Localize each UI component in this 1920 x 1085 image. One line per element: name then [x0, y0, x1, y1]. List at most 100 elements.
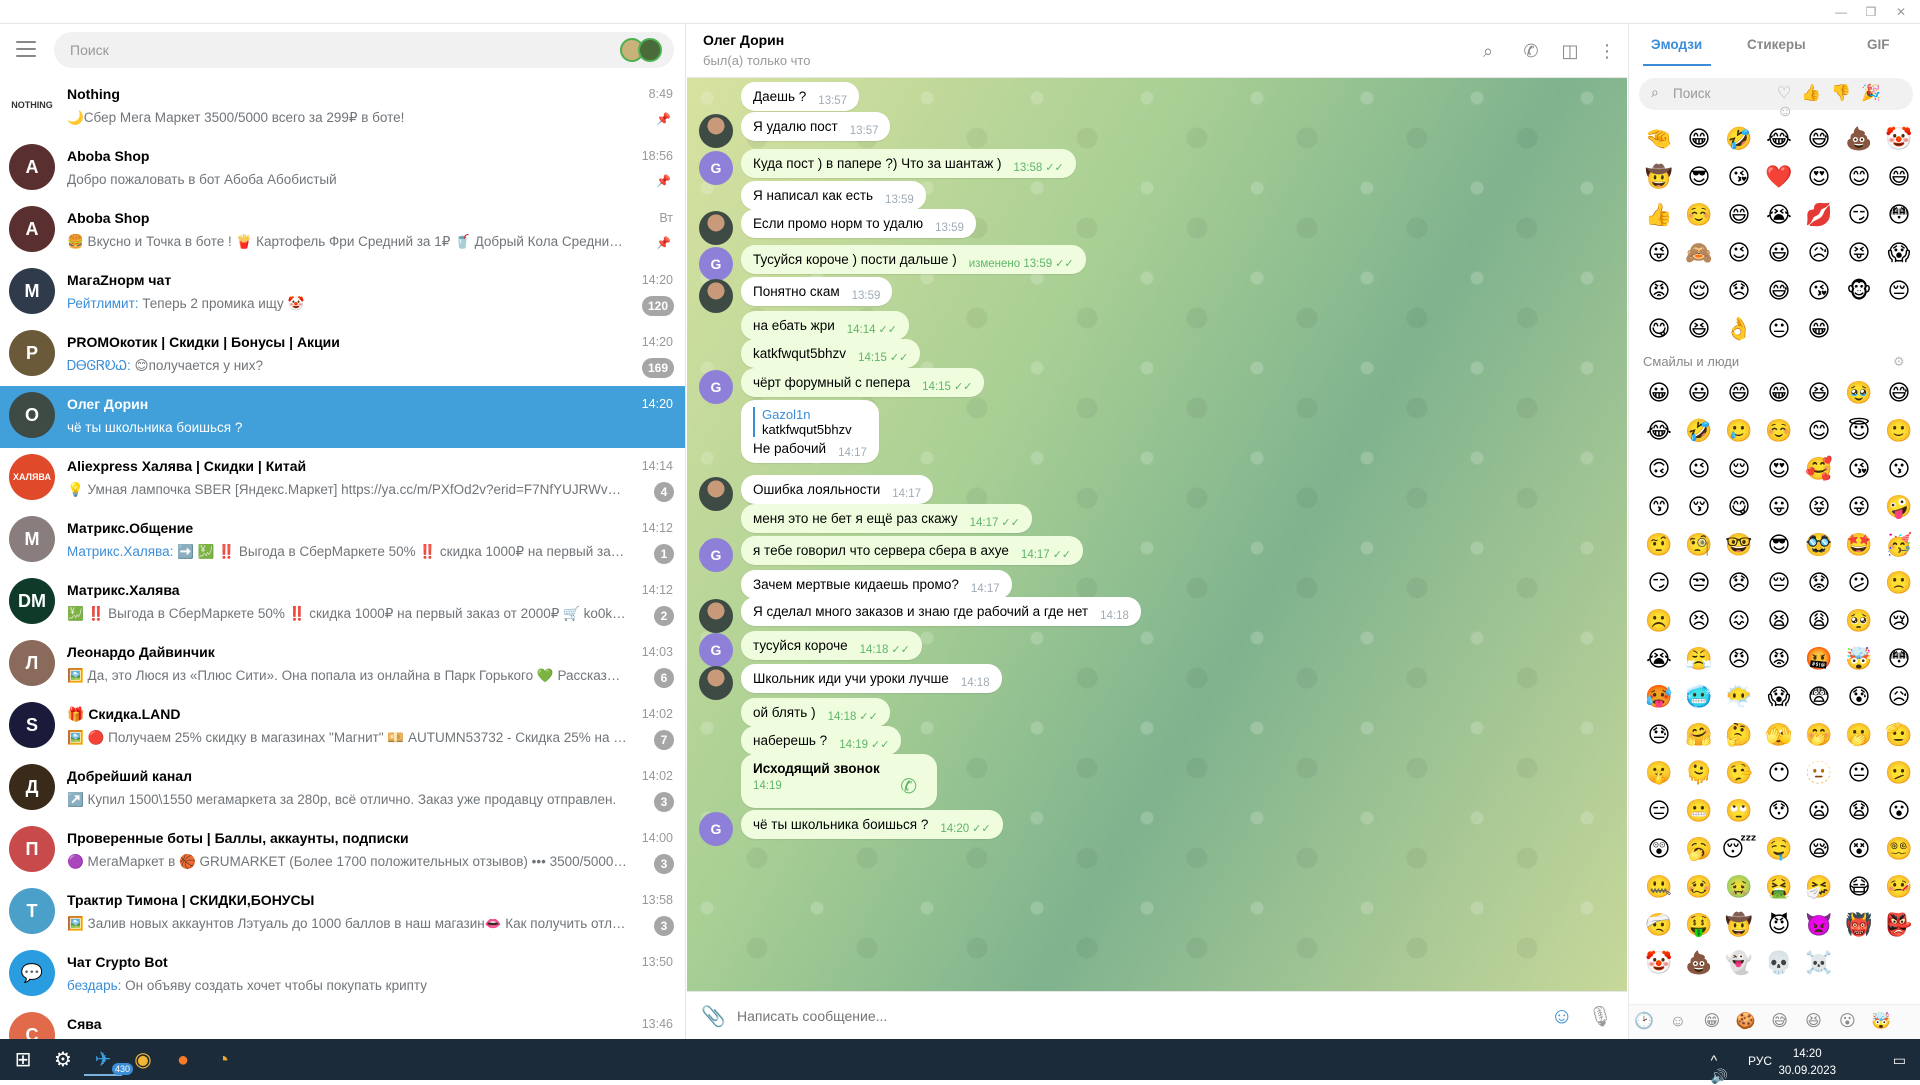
- emoji-cell[interactable]: 🤐: [1639, 868, 1679, 906]
- emoji-cell[interactable]: 🥰: [1799, 450, 1839, 488]
- chat-list-item[interactable]: PPROMOкотик | Скидки | Бонусы | Акции👥ᎠᎾ…: [0, 324, 685, 386]
- emoji-cell[interactable]: 😪: [1799, 830, 1839, 868]
- message-bubble[interactable]: Если промо норм то удалю 13:59: [741, 209, 976, 238]
- emoji-cell[interactable]: 🤠: [1639, 158, 1679, 196]
- emoji-cell[interactable]: 😐: [1759, 310, 1799, 348]
- emoji-cell[interactable]: 😝: [1839, 234, 1879, 272]
- category-icon-2[interactable]: 🍪: [1731, 1005, 1761, 1039]
- sender-avatar[interactable]: [699, 599, 733, 633]
- category-icon-1[interactable]: 😁: [1697, 1005, 1727, 1039]
- emoji-cell[interactable]: 🤗: [1679, 716, 1719, 754]
- emoji-cell[interactable]: 😳: [1879, 196, 1919, 234]
- emoji-cell[interactable]: 😌: [1679, 272, 1719, 310]
- settings-sliders-icon[interactable]: ⚙: [1893, 354, 1905, 370]
- emoji-cell[interactable]: 🤒: [1879, 868, 1919, 906]
- emoji-cell[interactable]: 👍: [1639, 196, 1679, 234]
- emoji-cell[interactable]: 😑: [1639, 792, 1679, 830]
- emoji-cell[interactable]: 🤑: [1679, 906, 1719, 944]
- emoji-cell[interactable]: 🤬: [1799, 640, 1839, 678]
- emoji-cell[interactable]: 🤣: [1719, 120, 1759, 158]
- emoji-cell[interactable]: 😍: [1799, 158, 1839, 196]
- chat-list-item[interactable]: NOTHINGNothing📢🌙Сбер Мега Маркет 3500/50…: [0, 76, 685, 138]
- emoji-cell[interactable]: 🥴: [1679, 868, 1719, 906]
- emoji-cell[interactable]: 😵: [1839, 830, 1879, 868]
- emoji-cell[interactable]: ❤️: [1759, 158, 1799, 196]
- pinned-app-icon[interactable]: ⚙: [44, 1044, 82, 1076]
- chat-list-item[interactable]: С Сява 13:46: [0, 1006, 685, 1039]
- emoji-cell[interactable]: 😃: [1679, 374, 1719, 412]
- tab-gif[interactable]: GIF: [1867, 37, 1890, 52]
- sender-avatar[interactable]: [699, 114, 733, 148]
- emoji-cell[interactable]: 😤: [1679, 640, 1719, 678]
- emoji-cell[interactable]: 😘: [1799, 272, 1839, 310]
- emoji-cell[interactable]: 🥱: [1679, 830, 1719, 868]
- minimize-icon[interactable]: —: [1826, 2, 1856, 22]
- message-bubble[interactable]: наберешь ? 14:19 ✓✓: [741, 726, 902, 755]
- emoji-cell[interactable]: 👺: [1879, 906, 1919, 944]
- message-bubble[interactable]: Школьник иди учи уроки лучше 14:18: [741, 664, 1002, 693]
- emoji-cell[interactable]: 😒: [1679, 564, 1719, 602]
- microphone-icon[interactable]: 🎙: [1588, 1004, 1613, 1029]
- emoji-cell[interactable]: 😀: [1639, 374, 1679, 412]
- emoji-cell[interactable]: 😷: [1839, 868, 1879, 906]
- emoji-cell[interactable]: 😝: [1799, 488, 1839, 526]
- emoji-cell[interactable]: 🤕: [1639, 906, 1679, 944]
- emoji-cell[interactable]: 👹: [1839, 906, 1879, 944]
- emoji-cell[interactable]: 😂: [1759, 120, 1799, 158]
- call-message[interactable]: Исходящий звонок 14:19 ✆: [741, 754, 937, 808]
- message-bubble[interactable]: на ебать жри 14:14 ✓✓: [741, 311, 909, 340]
- emoji-cell[interactable]: 🫥: [1799, 754, 1839, 792]
- emoji-cell[interactable]: 😱: [1759, 678, 1799, 716]
- emoji-cell[interactable]: 😁: [1759, 374, 1799, 412]
- message-bubble[interactable]: Ошибка лояльности 14:17: [741, 475, 934, 504]
- message-bubble[interactable]: Зачем мертвые кидаешь промо? 14:17: [741, 570, 1012, 599]
- attach-icon[interactable]: 📎: [701, 1004, 726, 1029]
- stories-avatars[interactable]: [620, 38, 664, 62]
- emoji-cell[interactable]: 😦: [1799, 792, 1839, 830]
- emoji-search-input[interactable]: ⌕ Поиск ♡👍👎🎉☺: [1639, 78, 1913, 120]
- more-options-icon[interactable]: ⋮: [1596, 40, 1618, 62]
- emoji-cell[interactable]: 😠: [1719, 640, 1759, 678]
- chat-list-item[interactable]: ММагаZнорм чат👥Рейтлимит: Теперь 2 проми…: [0, 262, 685, 324]
- search-input[interactable]: Поиск: [54, 32, 674, 68]
- chat-list-item[interactable]: S🎁 Скидка.LAND📢🖼️ 🔴 Получаем 25% скидку …: [0, 696, 685, 758]
- emoji-cell[interactable]: 😎: [1759, 526, 1799, 564]
- emoji-cell[interactable]: 🙁: [1879, 564, 1919, 602]
- emoji-cell[interactable]: 😵‍💫: [1879, 830, 1919, 868]
- emoji-cell[interactable]: 😌: [1719, 450, 1759, 488]
- emoji-cell[interactable]: 😆: [1679, 310, 1719, 348]
- emoji-cell[interactable]: 😉: [1679, 450, 1719, 488]
- emoji-cell[interactable]: 🤭: [1799, 716, 1839, 754]
- message-bubble[interactable]: Понятно скам 13:59: [741, 277, 893, 306]
- emoji-cell[interactable]: 😖: [1719, 602, 1759, 640]
- sender-avatar[interactable]: [699, 279, 733, 313]
- emoji-cell[interactable]: 😗: [1879, 450, 1919, 488]
- emoji-cell[interactable]: 😞: [1719, 272, 1759, 310]
- emoji-cell[interactable]: 💩: [1839, 120, 1879, 158]
- chat-list-item[interactable]: ДДобрейший канал📢↗️ Купил 1500\1550 мега…: [0, 758, 685, 820]
- sender-avatar[interactable]: G: [699, 538, 733, 572]
- tab-emoji[interactable]: Эмодзи: [1651, 37, 1702, 52]
- emoji-cell[interactable]: 😥: [1799, 234, 1839, 272]
- chat-list-item[interactable]: П Проверенные боты | Баллы, аккаунты, под…: [0, 820, 685, 882]
- clock[interactable]: 14:20 30.09.2023: [1778, 1046, 1836, 1080]
- emoji-cell[interactable]: 😁: [1799, 310, 1839, 348]
- emoji-cell[interactable]: 😊: [1839, 158, 1879, 196]
- emoji-cell[interactable]: 🤓: [1719, 526, 1759, 564]
- emoji-cell[interactable]: 😶: [1759, 754, 1799, 792]
- overwatch-taskbar-icon[interactable]: ◔: [204, 1044, 242, 1076]
- emoji-cell[interactable]: ☺️: [1679, 196, 1719, 234]
- emoji-cell[interactable]: 🤡: [1639, 944, 1679, 982]
- emoji-cell[interactable]: 🥺: [1839, 602, 1879, 640]
- emoji-cell[interactable]: 🥲: [1719, 412, 1759, 450]
- emoji-cell[interactable]: 🤠: [1719, 906, 1759, 944]
- category-icon-3[interactable]: 😅: [1765, 1005, 1795, 1039]
- emoji-cell[interactable]: 🙃: [1639, 450, 1679, 488]
- emoji-toggle-icon[interactable]: ☺: [1551, 1003, 1573, 1029]
- peer-name[interactable]: Олег Дорин: [703, 32, 784, 48]
- emoji-cell[interactable]: 💀: [1759, 944, 1799, 982]
- emoji-cell[interactable]: 🤧: [1799, 868, 1839, 906]
- emoji-cell[interactable]: 😣: [1679, 602, 1719, 640]
- emoji-cell[interactable]: 😐: [1839, 754, 1879, 792]
- emoji-cell[interactable]: 🐵: [1839, 272, 1879, 310]
